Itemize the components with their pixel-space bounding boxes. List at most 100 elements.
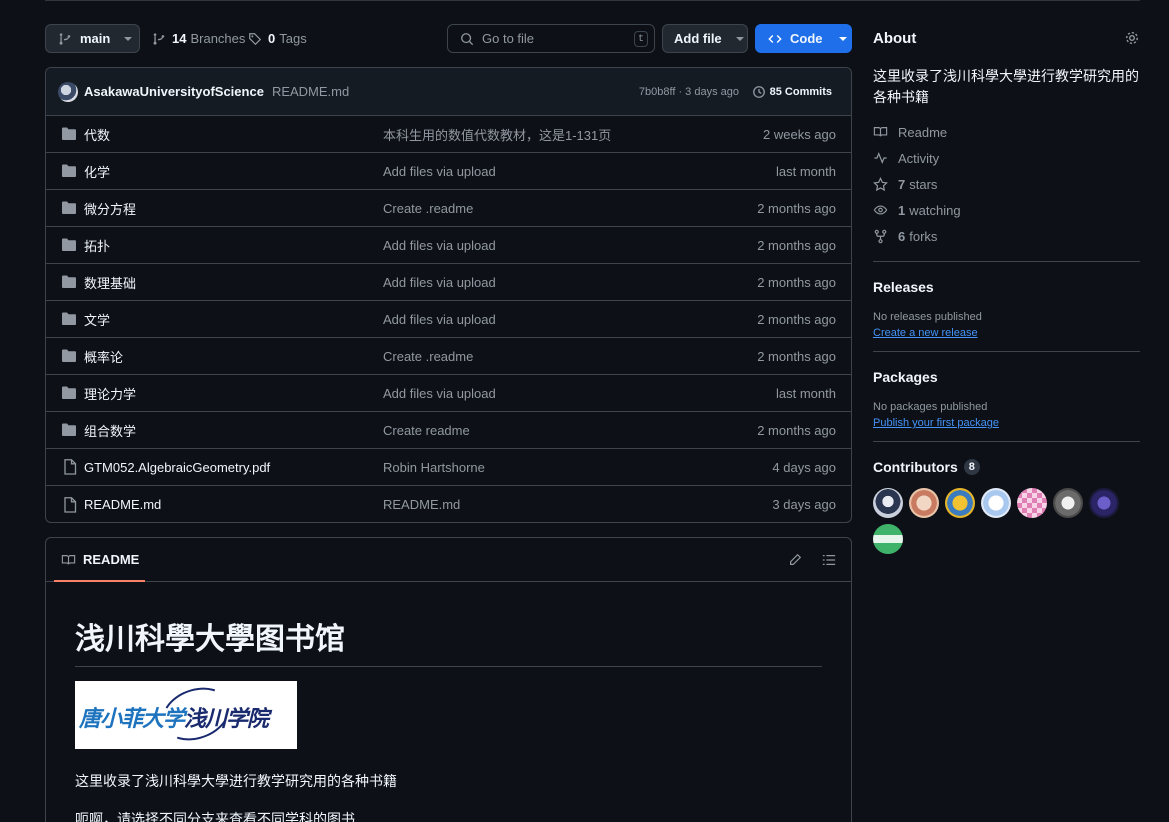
gear-icon[interactable] (1124, 30, 1140, 46)
file-commit-message-link[interactable]: Create .readme (383, 349, 473, 364)
file-row[interactable]: 文学 Add files via upload 2 months ago (46, 301, 851, 338)
file-commit-message-link[interactable]: Add files via upload (383, 238, 496, 253)
file-commit-message-link[interactable]: Add files via upload (383, 164, 496, 179)
file-commit-message-link[interactable]: README.md (383, 497, 460, 512)
file-commit-age: 2 months ago (757, 274, 836, 290)
chevron-down-icon (735, 36, 744, 41)
watching-count: 1 (898, 202, 906, 218)
readme-tools (788, 538, 836, 582)
file-commit-message-link[interactable]: Create .readme (383, 201, 473, 216)
file-commit-message-link[interactable]: Create readme (383, 423, 470, 438)
contributors-heading[interactable]: Contributors 8 (873, 459, 1140, 475)
contributor-avatar[interactable] (981, 488, 1011, 518)
file-row[interactable]: 化学 Add files via upload last month (46, 153, 851, 190)
about-heading: About (873, 30, 917, 47)
file-name-link[interactable]: 概率论 (84, 347, 123, 366)
forks-link[interactable]: 6 forks (873, 223, 1140, 249)
file-row[interactable]: 代数 本科生用的数值代数教材，这是1-131页 2 weeks ago (46, 116, 851, 153)
file-commit-age: 2 months ago (757, 422, 836, 438)
commit-message-link[interactable]: README.md (272, 84, 349, 99)
code-button[interactable]: Code (755, 24, 852, 53)
branch-selector-button[interactable]: main (45, 24, 140, 53)
commits-label: 85 Commits (769, 85, 832, 98)
commit-author-link[interactable]: AsakawaUniversityofScience (84, 84, 264, 99)
outline-list-icon[interactable] (822, 553, 836, 567)
activity-link[interactable]: Activity (873, 145, 1140, 171)
file-name-link[interactable]: 组合数学 (84, 421, 136, 440)
contributor-avatar[interactable] (873, 524, 903, 554)
file-name-link[interactable]: 理论力学 (84, 384, 136, 403)
file-row[interactable]: 拓扑 Add files via upload 2 months ago (46, 227, 851, 264)
tab-readme[interactable]: README (53, 538, 146, 582)
contributor-avatar[interactable] (1017, 488, 1047, 518)
file-name-link[interactable]: 微分方程 (84, 199, 136, 218)
file-commit-message-link[interactable]: Add files via upload (383, 275, 496, 290)
contributor-avatar[interactable] (1053, 488, 1083, 518)
eye-icon (873, 203, 889, 217)
watching-link[interactable]: 1 watching (873, 197, 1140, 223)
file-table: AsakawaUniversityofScience README.md 7b0… (45, 67, 852, 523)
latest-commit-header: AsakawaUniversityofScience README.md 7b0… (46, 68, 851, 116)
readme-panel: README 浅川科學大學图书馆 唐小菲大学浅川学院 这里收录了浅川科學大學进行… (45, 537, 852, 822)
activity-link-label: Activity (898, 150, 940, 166)
branches-label: Branches (190, 31, 246, 46)
file-name-link[interactable]: README.md (84, 497, 161, 512)
file-commit-message-link[interactable]: 本科生用的数值代数教材，这是1-131页 (383, 125, 611, 144)
file-row[interactable]: 概率论 Create .readme 2 months ago (46, 338, 851, 375)
contributor-avatar[interactable] (945, 488, 975, 518)
folder-icon (61, 423, 77, 437)
tags-count: 0 (268, 31, 276, 46)
pencil-icon[interactable] (788, 553, 802, 567)
file-name-link[interactable]: GTM052.AlgebraicGeometry.pdf (84, 460, 270, 475)
releases-heading[interactable]: Releases (873, 279, 1140, 295)
file-row[interactable]: 数理基础 Add files via upload 2 months ago (46, 264, 851, 301)
about-links: Readme Activity 7 stars 1 watching 6 for… (873, 119, 1140, 249)
publish-package-link[interactable]: Publish your first package (873, 417, 999, 429)
go-to-file-input[interactable]: Go to file t (447, 24, 655, 53)
file-commit-age: 4 days ago (772, 459, 836, 475)
logo-text-b: 浅川学院 (184, 706, 269, 731)
contributor-avatars (873, 488, 1133, 554)
file-commit-message-link[interactable]: Add files via upload (383, 386, 496, 401)
file-name-link[interactable]: 化学 (84, 162, 110, 181)
file-commit-message-link[interactable]: Robin Hartshorne (383, 460, 485, 475)
folder-icon (61, 275, 77, 289)
file-name-link[interactable]: 数理基础 (84, 273, 136, 292)
releases-note: No releases published (873, 311, 982, 323)
file-icon (61, 459, 77, 475)
file-row[interactable]: 组合数学 Create readme 2 months ago (46, 412, 851, 449)
logo-text-a: 唐小菲大学 (79, 706, 185, 731)
folder-icon (61, 201, 77, 215)
file-name-link[interactable]: 拓扑 (84, 236, 110, 255)
stars-link[interactable]: 7 stars (873, 171, 1140, 197)
file-commit-message-link[interactable]: Add files via upload (383, 312, 496, 327)
file-name-link[interactable]: 代数 (84, 125, 110, 144)
contributor-avatar[interactable] (1089, 488, 1119, 518)
add-file-button[interactable]: Add file (662, 24, 748, 53)
star-icon (873, 176, 889, 192)
divider (873, 351, 1140, 352)
readme-tab-label: README (83, 552, 140, 567)
commits-link[interactable]: 85 Commits (752, 85, 832, 99)
branches-link[interactable]: 14 Branches (152, 24, 245, 53)
tags-link[interactable]: 0 Tags (248, 24, 307, 53)
file-row[interactable]: README.md README.md 3 days ago (46, 486, 851, 522)
file-row[interactable]: 微分方程 Create .readme 2 months ago (46, 190, 851, 227)
packages-heading[interactable]: Packages (873, 369, 1140, 385)
repo-toolbar: main 14 Branches 0 Tags Go to file t Add… (45, 24, 852, 53)
commit-sha-time[interactable]: 7b0b8ff · 3 days ago (639, 86, 739, 98)
contributor-avatar[interactable] (873, 488, 903, 518)
contributor-avatar[interactable] (909, 488, 939, 518)
author-avatar[interactable] (58, 81, 78, 102)
folder-icon (61, 127, 77, 141)
readme-link[interactable]: Readme (873, 119, 1140, 145)
packages-note: No packages published (873, 401, 988, 413)
readme-heading: 浅川科學大學图书馆 (75, 614, 822, 667)
file-row[interactable]: 理论力学 Add files via upload last month (46, 375, 851, 412)
contributors-count-badge: 8 (963, 459, 980, 475)
file-row[interactable]: GTM052.AlgebraicGeometry.pdf Robin Hartsh… (46, 449, 851, 486)
file-name-link[interactable]: 文学 (84, 310, 110, 329)
create-release-link[interactable]: Create a new release (873, 327, 978, 339)
file-commit-age: 2 months ago (757, 348, 836, 364)
branch-icon (153, 32, 165, 45)
